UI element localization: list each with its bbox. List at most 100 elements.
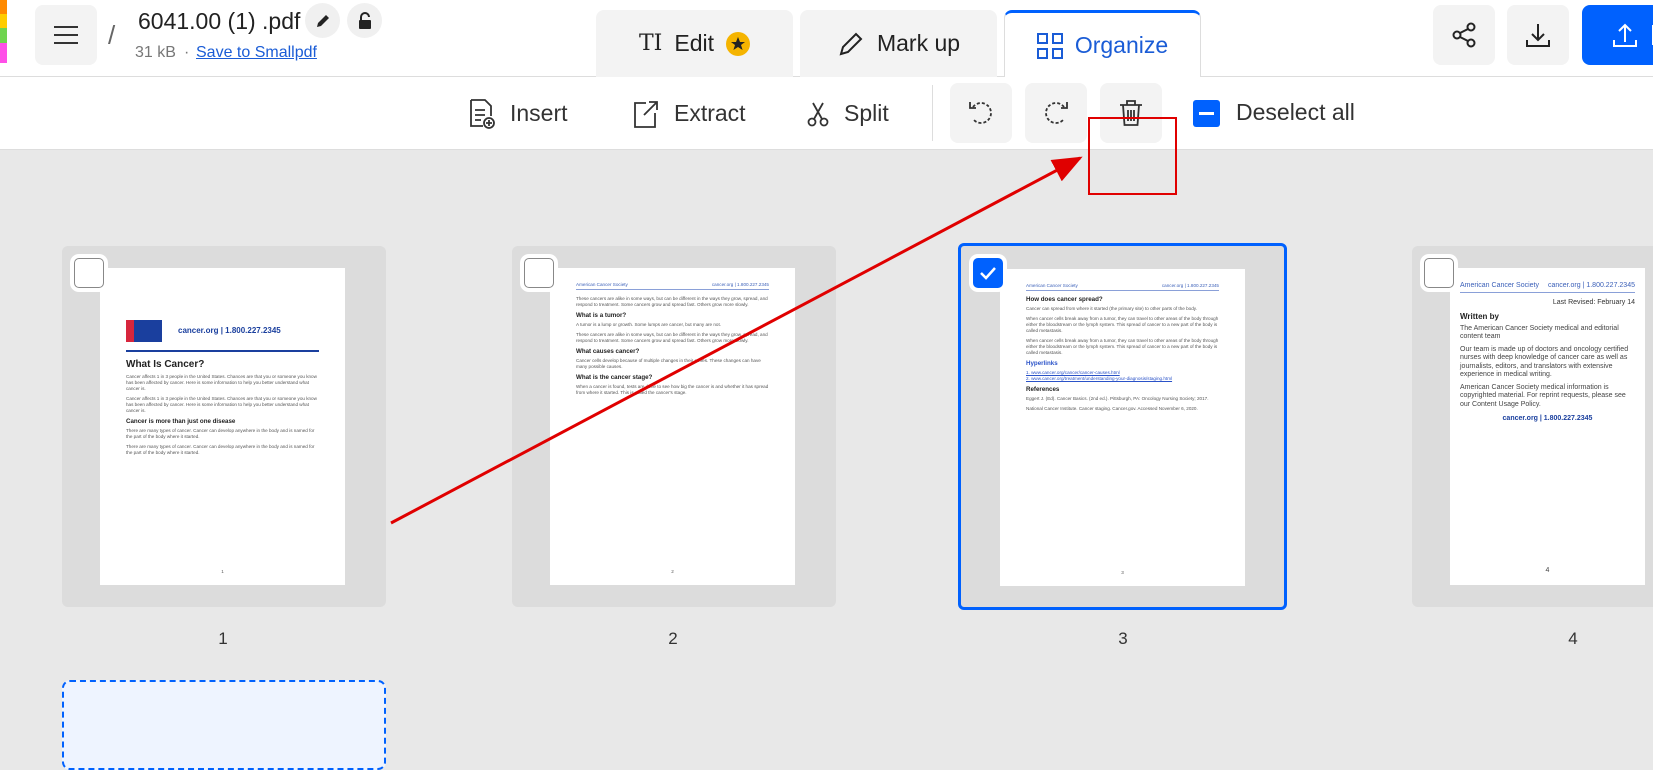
page-heading: Written by	[1460, 312, 1499, 321]
page-text: Cancer affects 1 in 3 people in the Unit…	[126, 374, 317, 391]
rotate-right-button[interactable]	[1025, 83, 1087, 143]
page-heading: What causes cancer?	[576, 348, 640, 355]
page-text: When cancer cells break away from a tumo…	[1026, 316, 1219, 333]
page-footer-number: 1	[221, 569, 224, 574]
page-thumbnail-2: American Cancer Society cancer.org | 1.80…	[550, 268, 795, 585]
split-button[interactable]: Split	[806, 77, 889, 150]
upload-icon	[1613, 23, 1637, 47]
logo-strip-yellow	[0, 14, 7, 28]
rotate-right-icon	[1045, 102, 1068, 124]
page-footer-number: 2	[671, 569, 674, 574]
page-thumbnail-1: cancer.org | 1.800.227.2345 What Is Canc…	[100, 268, 345, 585]
tab-markup[interactable]: Mark up	[800, 10, 997, 77]
tab-markup-label: Mark up	[876, 30, 961, 56]
page-number-label: 1	[218, 629, 228, 648]
highlight-box-annotation	[1088, 117, 1177, 195]
minus-icon	[1199, 112, 1214, 115]
share-button[interactable]	[1433, 5, 1495, 65]
page-link: 2. www.cancer.org/treatment/understandin…	[1026, 376, 1173, 381]
checkmark-icon	[980, 267, 996, 280]
page-number-label: 3	[1118, 629, 1128, 648]
page-checkbox[interactable]	[74, 258, 104, 288]
page-footer-number: 4	[1545, 566, 1550, 574]
deselect-all-checkbox[interactable]	[1193, 100, 1220, 127]
rotate-left-icon	[969, 102, 992, 124]
top-bar: / 6041.00 (1) .pdf 31 kB · Save to Small…	[0, 0, 1653, 78]
page-footer-number: 3	[1121, 570, 1124, 575]
page-heading: Cancer is more than just one disease	[126, 418, 236, 425]
pencil-icon	[316, 14, 329, 27]
toolbar-divider	[932, 85, 933, 141]
export-button[interactable]	[1582, 5, 1653, 65]
page-text: A tumor is a lump or growth. Some lumps …	[576, 322, 722, 327]
logo-strip-magenta	[0, 43, 7, 63]
page-thumbnail-4: American Cancer Society cancer.org | 1.80…	[1450, 268, 1645, 585]
page-checkbox[interactable]	[1424, 258, 1454, 288]
page-text: These cancers are alike in some ways, bu…	[576, 332, 768, 343]
save-to-smallpdf-link[interactable]: Save to Smallpdf	[196, 44, 317, 62]
page-text: Cancer affects 1 in 3 people in the Unit…	[126, 396, 317, 413]
rename-button[interactable]	[305, 3, 340, 38]
pen-icon	[839, 32, 863, 55]
page-heading: How does cancer spread?	[1026, 296, 1103, 303]
page-card-3[interactable]: American Cancer Society cancer.org | 1.80…	[958, 243, 1287, 610]
page-heading: What is a tumor?	[576, 312, 627, 319]
page-text: American Cancer Society medical informat…	[1460, 383, 1626, 408]
grid-icon	[1036, 32, 1063, 59]
add-page-dropzone[interactable]	[62, 680, 386, 770]
page-text: Our team is made up of doctors and oncol…	[1460, 345, 1629, 379]
insert-label: Insert	[510, 100, 568, 126]
page-card-2[interactable]: American Cancer Society cancer.org | 1.80…	[512, 246, 836, 607]
page-heading: Hyperlinks	[1026, 360, 1058, 367]
page-number-label: 4	[1568, 629, 1578, 648]
page-header-left: American Cancer Society	[1460, 282, 1539, 289]
lock-button[interactable]	[347, 3, 382, 38]
page-card-4[interactable]: American Cancer Society cancer.org | 1.80…	[1412, 246, 1653, 607]
acs-logo	[126, 320, 162, 342]
premium-star-icon	[726, 31, 750, 56]
unlock-icon	[358, 11, 371, 29]
download-icon	[1526, 24, 1550, 47]
page-checkbox-checked[interactable]	[973, 258, 1003, 288]
page-header-left: American Cancer Society	[576, 282, 628, 287]
page-reference: National Cancer Institute. Cancer stagin…	[1026, 406, 1198, 411]
download-button[interactable]	[1507, 5, 1569, 65]
tab-edit[interactable]: TI Edit	[596, 10, 793, 77]
extract-icon	[634, 100, 658, 128]
page-text: These cancers are alike in some ways, bu…	[576, 296, 768, 307]
page-reference: Eggert J. (Ed). Cancer Basics. (2nd ed.)…	[1026, 396, 1209, 401]
organize-toolbar: Insert Extract Split Deselect all	[0, 77, 1653, 150]
page-text: When a cancer is found, tests are done t…	[576, 384, 769, 395]
page-text: There are many types of cancer. Cancer c…	[126, 444, 315, 455]
extract-button[interactable]: Extract	[632, 77, 746, 150]
tab-organize[interactable]: Organize	[1004, 10, 1201, 78]
tab-edit-label: Edit	[674, 30, 714, 56]
page-card-1[interactable]: cancer.org | 1.800.227.2345 What Is Canc…	[62, 246, 386, 607]
page-checkbox[interactable]	[524, 258, 554, 288]
page-text: Cancer can spread from where it started …	[1026, 306, 1197, 311]
hamburger-icon	[54, 26, 78, 44]
page-text: The American Cancer Society medical and …	[1460, 324, 1619, 341]
insert-button[interactable]: Insert	[468, 77, 568, 150]
deselect-all-button[interactable]: Deselect all	[1236, 99, 1355, 126]
file-name: 6041.00 (1) .pdf	[138, 8, 301, 34]
page-footer-contact: cancer.org | 1.800.227.2345	[1502, 415, 1593, 422]
page-text: There are many types of cancer. Cancer c…	[126, 428, 315, 439]
insert-page-icon	[470, 98, 495, 129]
page-contact: cancer.org | 1.800.227.2345	[178, 326, 281, 335]
page-text: When cancer cells break away from a tumo…	[1026, 338, 1219, 355]
page-header-left: American Cancer Society	[1026, 283, 1078, 288]
page-text: Cancer cells develop because of multiple…	[576, 358, 761, 369]
rotate-left-button[interactable]	[950, 83, 1012, 143]
page-number-label: 2	[668, 629, 678, 648]
page-title: What Is Cancer?	[126, 359, 205, 370]
page-header-right: cancer.org | 1.800.227.2345	[1161, 283, 1219, 288]
page-heading: What is the cancer stage?	[576, 374, 653, 381]
dot-separator: ·	[184, 44, 190, 61]
tab-organize-label: Organize	[1074, 32, 1169, 58]
logo-strip-green	[0, 28, 7, 43]
menu-button[interactable]	[35, 5, 97, 65]
last-revised: Last Revised: February 14	[1552, 298, 1635, 306]
page-heading: References	[1026, 386, 1060, 393]
file-size: 31 kB	[135, 44, 176, 61]
